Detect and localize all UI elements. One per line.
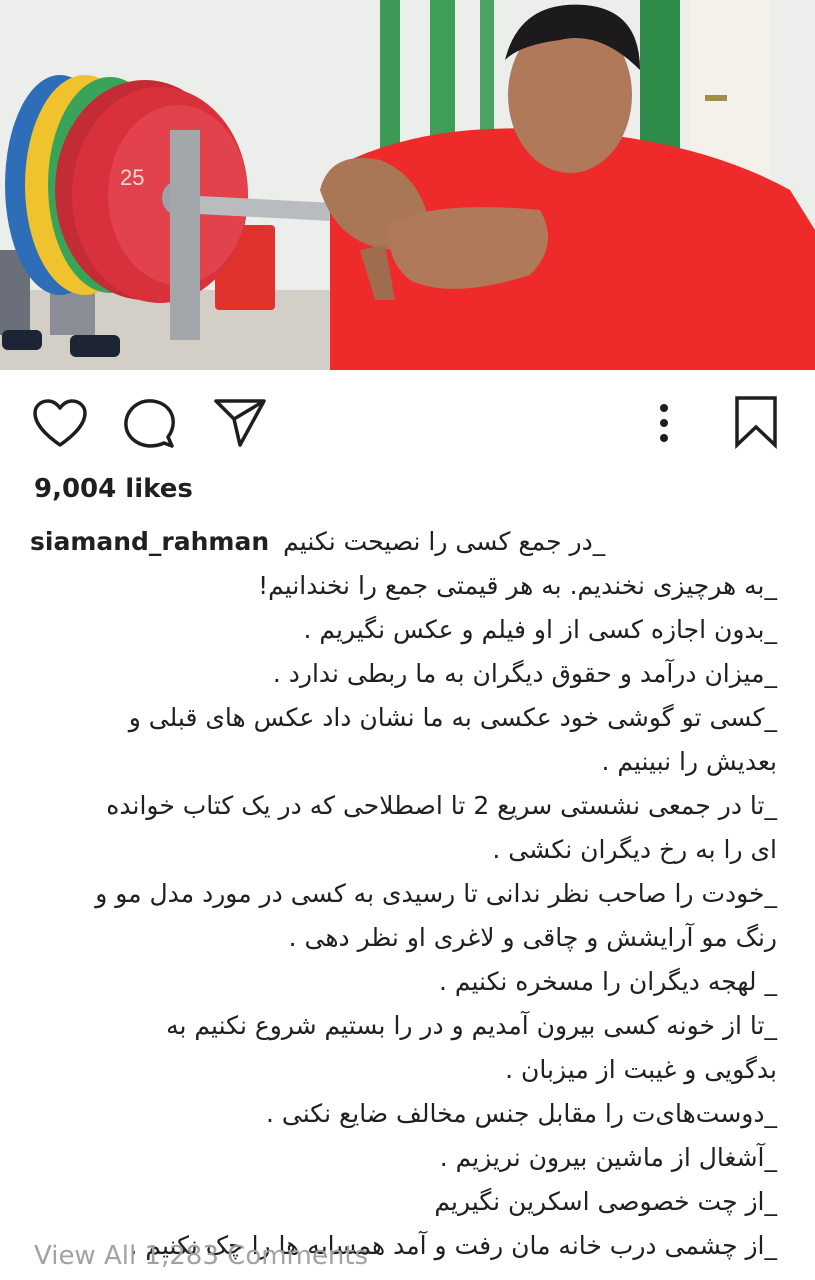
like-button[interactable] — [32, 399, 88, 449]
caption-line: _خودت را صاحب نظر ندانی تا رسیدی به کسی … — [95, 879, 777, 908]
post-photo[interactable]: 25 — [0, 0, 815, 370]
heart-icon — [33, 399, 87, 447]
caption-line: رنگ مو آرایشش و چاقی و لاغری او نظر دهی … — [288, 923, 777, 952]
share-button[interactable] — [212, 397, 268, 449]
likes-count[interactable]: 9,004 likes — [34, 474, 193, 504]
caption-body: _به هرچیزی نخندیم. به هر قیمتی جمع را نخ… — [30, 564, 777, 1268]
svg-text:25: 25 — [120, 165, 144, 190]
bookmark-icon — [735, 396, 777, 449]
view-comments-link[interactable]: View All 1,283 Comments — [34, 1241, 368, 1271]
more-vertical-icon — [660, 404, 668, 442]
caption-line: _بدون اجازه کسی از او فیلم و عکس نگیریم … — [303, 615, 777, 644]
caption-line: _از چت خصوصی اسکرین نگیریم — [434, 1187, 777, 1216]
caption-line: _ لهجه دیگران را مسخره نکنیم . — [438, 967, 777, 996]
comment-button[interactable] — [122, 399, 176, 449]
send-icon — [214, 399, 266, 447]
save-button[interactable] — [733, 395, 779, 449]
caption-first-line: siamand_rahman _در جمع کسی را نصیحت نکنی… — [30, 520, 777, 564]
caption-line: _میزان درآمد و حقوق دیگران به ما ربطی ند… — [272, 659, 777, 688]
weightlifter-photo: 25 — [0, 0, 815, 370]
caption-line: _آشغال از ماشین بیرون نریزیم . — [439, 1143, 777, 1172]
caption-line: _به هرچیزی نخندیم. به هر قیمتی جمع را نخ… — [258, 571, 777, 600]
caption-line: _دوست‌های‌ت را مقابل جنس مخالف ضایع نکنی… — [265, 1099, 777, 1128]
username[interactable]: siamand_rahman — [30, 520, 269, 564]
caption-line: _تا از خونه کسی بیرون آمدیم و در را بستی… — [166, 1011, 777, 1040]
more-options-button[interactable] — [654, 402, 674, 446]
caption-line: بعدیش را نبینیم . — [601, 747, 777, 776]
caption-line: _تا در جمعی نشستی سریع 2 تا اصطلاحی که د… — [106, 791, 777, 820]
comment-icon — [124, 399, 175, 448]
caption-line: _کسی تو گوشی خود عکسی به ما نشان داد عکس… — [128, 703, 777, 732]
caption-line: بدگویی و غیبت از میزبان . — [505, 1055, 777, 1084]
caption-line: ای را به رخ دیگران نکشی . — [492, 835, 777, 864]
post-caption: siamand_rahman _در جمع کسی را نصیحت نکنی… — [30, 520, 777, 1268]
caption-text: _در جمع کسی را نصیحت نکنیم — [283, 527, 606, 556]
